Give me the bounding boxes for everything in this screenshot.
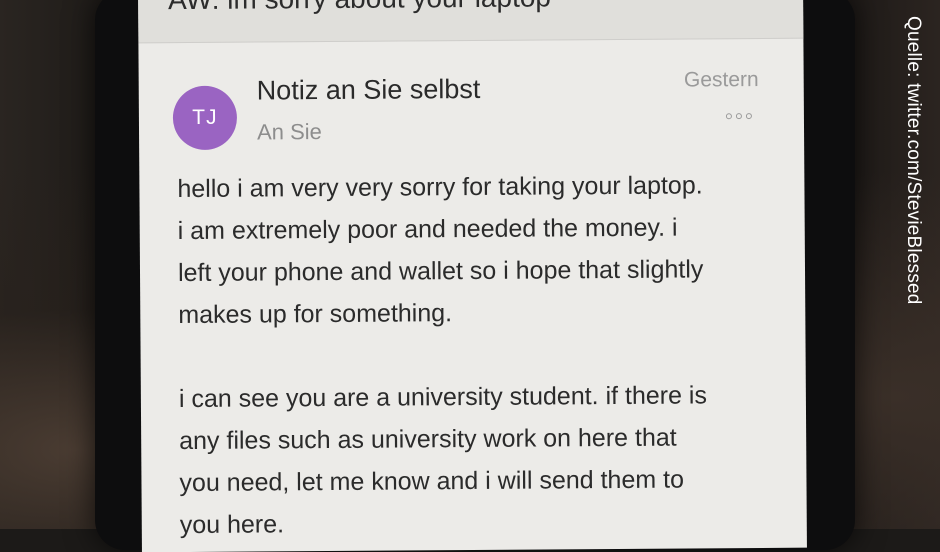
body-line: i am extremely poor and needed the money… (177, 213, 678, 246)
phone-screen: AW: im sorry about your laptop TJ Notiz … (138, 0, 807, 552)
more-dots-icon (735, 113, 742, 120)
email-paragraph: i can see you are a university student. … (179, 374, 780, 546)
body-line: you need, let me know and i will send th… (179, 465, 685, 498)
more-dots-icon (745, 113, 752, 120)
avatar[interactable]: TJ (172, 85, 238, 151)
email-date: Gestern (683, 67, 759, 92)
more-dots-icon (725, 113, 732, 120)
body-line: hello i am very very sorry for taking yo… (177, 171, 703, 204)
body-line: left your phone and wallet so i hope tha… (177, 255, 704, 288)
sender-name[interactable]: Notiz an Sie selbst (257, 74, 481, 107)
email-body: hello i am very very sorry for taking yo… (177, 164, 780, 546)
body-line: makes up for something. (178, 299, 453, 330)
previous-email-header[interactable]: AW: im sorry about your laptop (138, 0, 804, 44)
source-watermark: Quelle: twitter.com/StevieBlessed (903, 16, 924, 305)
previous-email-subject: AW: im sorry about your laptop (168, 0, 551, 16)
recipient-label[interactable]: An Sie (257, 119, 322, 145)
email-paragraph: hello i am very very sorry for taking yo… (177, 164, 778, 336)
more-options-button[interactable] (719, 106, 759, 126)
body-line: you here. (179, 510, 285, 540)
body-line: i can see you are a university student. … (178, 381, 708, 414)
body-line: any files such as university work on her… (179, 423, 677, 456)
